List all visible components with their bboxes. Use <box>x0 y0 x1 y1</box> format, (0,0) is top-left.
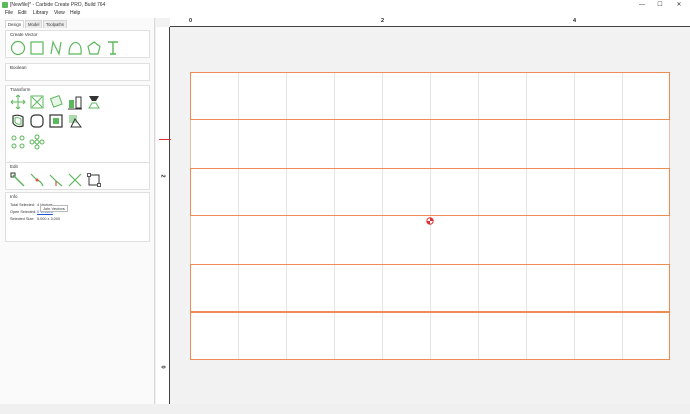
scale-tool-icon[interactable] <box>29 94 45 110</box>
ruler-top-label-0: 0 <box>189 18 193 24</box>
menu-edit[interactable]: Edit <box>18 10 27 16</box>
align-tool-icon[interactable] <box>67 94 83 110</box>
left-ruler: 2 0 <box>156 27 170 404</box>
center-marker-icon[interactable] <box>426 212 434 225</box>
design-panel: Design Model Toolpaths Create Vector Boo… <box>0 18 155 404</box>
boolean-section: Boolean <box>5 63 150 81</box>
join-vectors-tooltip: Join Vectors <box>40 205 68 212</box>
cut-vector-tool-icon[interactable] <box>67 172 83 188</box>
rotate-tool-icon[interactable] <box>48 94 64 110</box>
section-title-info: Info <box>10 194 18 199</box>
ruler-top-label-2: 2 <box>381 18 385 24</box>
minimize-button[interactable]: — <box>633 0 651 10</box>
fillet-tool-icon[interactable] <box>29 113 45 129</box>
vector-rectangle[interactable] <box>190 168 670 216</box>
array-tool-icon[interactable] <box>10 134 26 150</box>
tab-design[interactable]: Design <box>5 20 25 28</box>
join-open-vectors-tool-icon[interactable] <box>48 172 64 188</box>
menu-bar: File Edit Library View Help <box>0 10 690 18</box>
move-tool-icon[interactable] <box>10 94 26 110</box>
polyline-tool-icon[interactable] <box>48 40 64 56</box>
info-open-selected: Open Selected: 0 Vectors <box>10 210 53 214</box>
section-title-transform: Transform <box>10 87 31 92</box>
menu-help[interactable]: Help <box>70 10 80 16</box>
circle-tool-icon[interactable] <box>10 40 26 56</box>
curve-tool-icon[interactable] <box>67 40 83 56</box>
ruler-cursor-indicator <box>159 139 171 140</box>
ruler-left-label-0: 0 <box>159 365 166 369</box>
vector-rectangle[interactable] <box>190 264 670 312</box>
info-total-selected: Total Selected: 4 Vectors <box>10 203 53 207</box>
section-title-create-vector: Create Vector <box>10 32 38 37</box>
section-title-edit: Edit <box>10 164 18 169</box>
rectangle-tool-icon[interactable] <box>29 40 45 56</box>
edit-section: Edit <box>5 162 150 190</box>
maximize-button[interactable]: ☐ <box>651 0 669 10</box>
text-tool-icon[interactable] <box>105 40 121 56</box>
join-vectors-tool-icon[interactable] <box>29 172 45 188</box>
top-ruler: 0 2 4 <box>170 18 690 27</box>
close-button[interactable]: ✕ <box>670 0 688 10</box>
selected-size-value: 5.000 x 3.000 <box>37 217 61 221</box>
create-vector-section: Create Vector <box>5 30 150 58</box>
title-bar: [Newfile]* - Carbide Create PRO, Build 7… <box>0 0 690 10</box>
open-selected-label: Open Selected: <box>10 210 37 214</box>
bounding-box-tool-icon[interactable] <box>86 172 102 188</box>
menu-library[interactable]: Library <box>33 10 48 16</box>
total-selected-label: Total Selected: <box>10 203 35 207</box>
trim-tool-icon[interactable] <box>67 113 83 129</box>
section-title-boolean: Boolean <box>10 65 27 70</box>
circular-array-tool-icon[interactable] <box>29 134 45 150</box>
window-title: [Newfile]* - Carbide Create PRO, Build 7… <box>10 2 106 8</box>
menu-view[interactable]: View <box>54 10 65 16</box>
offset-tool-icon[interactable] <box>10 113 26 129</box>
info-selected-size: Selected Size: 5.000 x 3.000 <box>10 217 60 221</box>
vector-rectangle[interactable] <box>190 312 670 360</box>
info-section: Info Total Selected: 4 Vectors Open Sele… <box>5 192 150 242</box>
menu-file[interactable]: File <box>5 10 13 16</box>
vector-rectangle[interactable] <box>190 72 670 120</box>
selected-size-label: Selected Size: <box>10 217 35 221</box>
inset-tool-icon[interactable] <box>48 113 64 129</box>
ruler-left-label-2: 2 <box>159 174 166 178</box>
node-edit-tool-icon[interactable] <box>10 172 26 188</box>
polygon-tool-icon[interactable] <box>86 40 102 56</box>
app-icon <box>2 2 8 8</box>
ruler-top-label-4: 4 <box>573 18 577 24</box>
tab-model[interactable]: Model <box>25 20 43 28</box>
mirror-tool-icon[interactable] <box>86 94 102 110</box>
tab-toolpaths[interactable]: Toolpaths <box>43 20 67 28</box>
